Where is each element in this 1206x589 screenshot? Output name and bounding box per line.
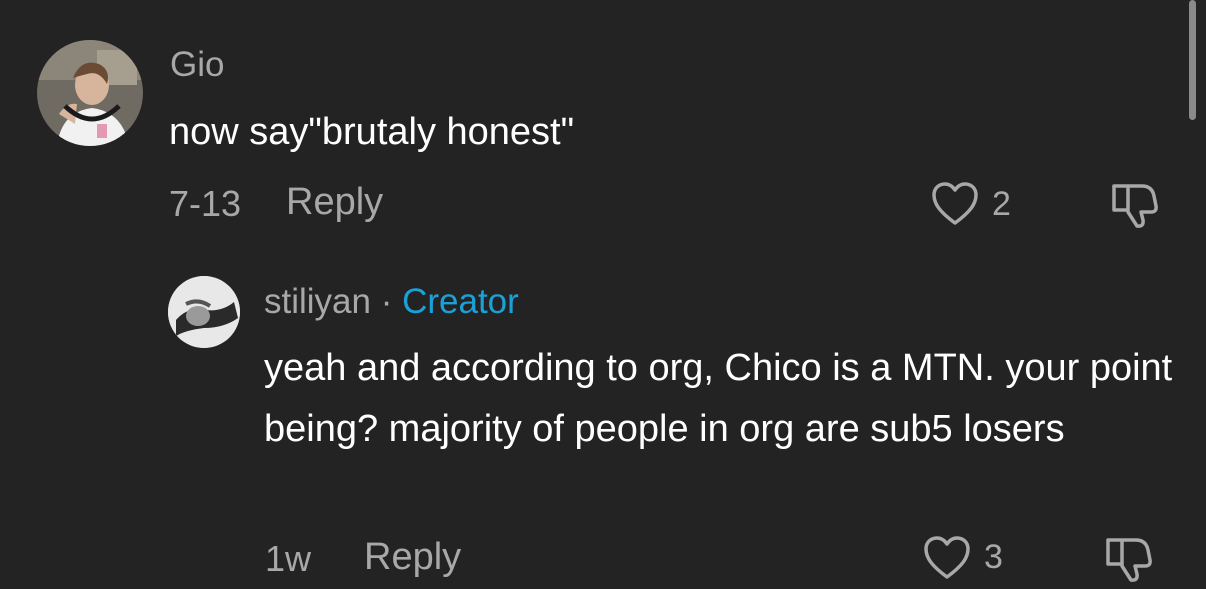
avatar[interactable] <box>37 40 143 146</box>
like-count: 3 <box>984 538 1003 576</box>
heart-outline-icon[interactable] <box>930 180 980 228</box>
comment-text: yeah and according to org, Chico is a MT… <box>264 347 1173 450</box>
like-count: 2 <box>992 185 1011 223</box>
thumbs-down-outline-icon[interactable] <box>1102 534 1154 584</box>
reply-username[interactable]: stiliyan <box>264 282 371 321</box>
comment-username[interactable]: Gio <box>170 45 224 85</box>
creator-badge: Creator <box>402 282 519 321</box>
avatar-photo <box>168 276 240 348</box>
scrollbar[interactable] <box>1189 0 1196 120</box>
comment-date: 7-13 <box>169 183 242 224</box>
avatar[interactable] <box>168 276 240 348</box>
heart-outline-icon[interactable] <box>922 534 972 582</box>
creator-separator: · <box>370 282 403 321</box>
reply-button[interactable]: Reply <box>286 181 383 224</box>
comment-username[interactable]: stiliyan · Creator <box>264 282 519 322</box>
avatar-photo <box>37 40 143 146</box>
comment-date: 1w <box>265 538 312 579</box>
comment-text: now say"brutaly honest" <box>169 111 575 153</box>
thumbs-down-outline-icon[interactable] <box>1108 180 1160 230</box>
